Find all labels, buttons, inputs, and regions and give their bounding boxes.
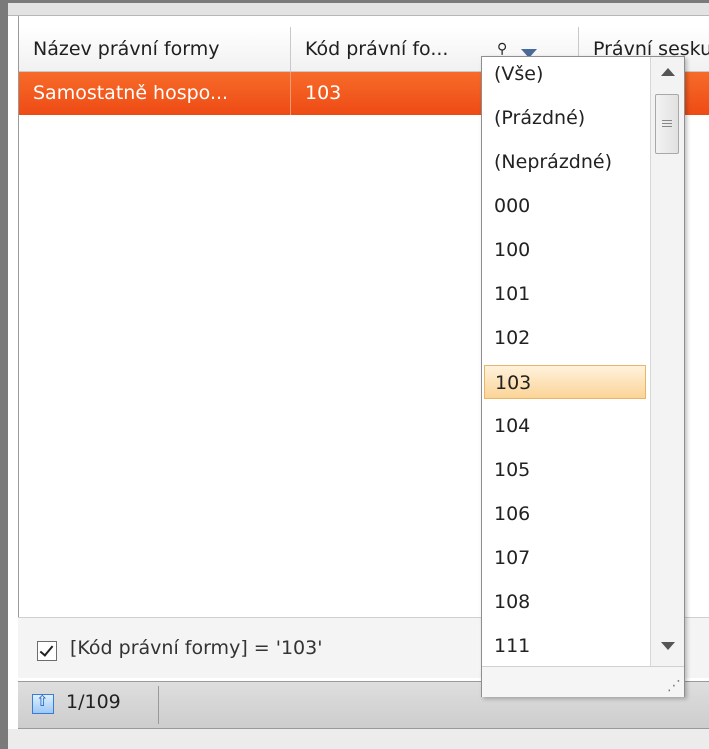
navigate-up-icon[interactable] xyxy=(32,692,54,714)
filter-item-nonempty[interactable]: (Neprázdné) xyxy=(484,145,646,179)
resize-grip-icon[interactable]: ⋰ xyxy=(667,678,681,694)
bottom-strip xyxy=(8,729,709,749)
column-header-nazev[interactable]: Název právní formy xyxy=(19,27,291,71)
filter-item-000[interactable]: 000 xyxy=(484,189,646,223)
filter-enable-checkbox[interactable] xyxy=(37,641,57,661)
filter-item-111[interactable]: 111 xyxy=(484,629,646,665)
filter-item-102[interactable]: 102 xyxy=(484,321,646,355)
grip-lines-icon xyxy=(662,120,672,121)
filter-item-108[interactable]: 108 xyxy=(484,585,646,619)
scroll-down-arrow-icon[interactable] xyxy=(661,642,675,650)
filter-item-106[interactable]: 106 xyxy=(484,497,646,531)
filter-pin-icon[interactable]: ⚲ xyxy=(497,41,507,57)
scroll-thumb[interactable] xyxy=(655,94,679,154)
filter-item-107[interactable]: 107 xyxy=(484,541,646,575)
cell-nazev[interactable]: Samostatně hospo... xyxy=(19,72,291,115)
filter-dropdown-list[interactable]: (Vše) (Prázdné) (Neprázdné) 000 100 101 … xyxy=(481,56,685,697)
filter-item-all[interactable]: (Vše) xyxy=(484,57,646,91)
scroll-up-arrow-icon[interactable] xyxy=(661,68,675,76)
filter-item-empty[interactable]: (Prázdné) xyxy=(484,101,646,135)
filter-expression-text[interactable]: [Kód právní formy] = '103' xyxy=(70,637,322,659)
filter-item-100[interactable]: 100 xyxy=(484,233,646,267)
toolbar-strip xyxy=(8,3,709,16)
filter-item-101[interactable]: 101 xyxy=(484,277,646,311)
status-divider xyxy=(158,686,159,724)
filter-item-103-selected[interactable]: 103 xyxy=(484,365,646,399)
dropdown-resize-bar[interactable]: ⋰ xyxy=(482,666,684,697)
record-counter: 1/109 xyxy=(66,691,121,713)
dropdown-scrollbar[interactable] xyxy=(650,57,684,666)
filter-item-105[interactable]: 105 xyxy=(484,453,646,487)
filter-item-104[interactable]: 104 xyxy=(484,409,646,443)
